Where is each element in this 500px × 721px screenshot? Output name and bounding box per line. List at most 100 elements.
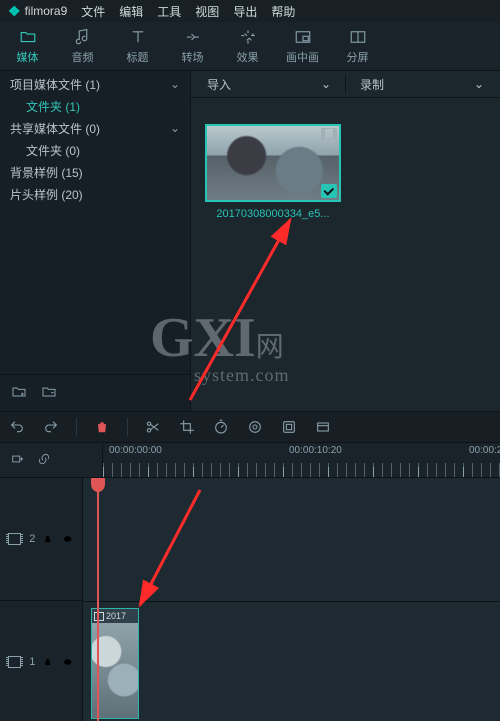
ruler-major-ticks	[103, 467, 500, 477]
import-dropdown[interactable]: 导入 ⌄	[197, 74, 341, 94]
delete-folder-icon[interactable]	[40, 384, 58, 403]
timeline-toolbar	[0, 411, 500, 443]
timeline-ruler[interactable]: 00:00:00:00 00:00:10:20 00:00:21:	[103, 443, 500, 477]
chevron-down-icon: ⌄	[321, 77, 331, 91]
record-label: 录制	[360, 76, 384, 93]
menu-help[interactable]: 帮助	[271, 3, 295, 20]
track-header-2[interactable]: 2	[0, 478, 82, 601]
ruler-time-0: 00:00:00:00	[109, 445, 162, 456]
sidebar-item-label: 共享媒体文件 (0)	[10, 120, 100, 137]
thumbnail-label: 20170308000334_e5...	[205, 208, 341, 220]
sidebar-item-shared-media[interactable]: 共享媒体文件 (0) ⌄	[0, 117, 190, 139]
film-icon	[94, 612, 104, 621]
media-sidebar: 项目媒体文件 (1) ⌄ 文件夹 (1) 共享媒体文件 (0) ⌄ 文件夹 (0…	[0, 71, 191, 411]
track-headers: 2 1	[0, 478, 83, 721]
color-button[interactable]	[246, 418, 264, 436]
film-icon	[8, 533, 21, 545]
lock-icon[interactable]	[43, 656, 52, 668]
sparkle-icon	[238, 27, 258, 47]
tab-title[interactable]: 标题	[110, 22, 165, 70]
sidebar-list: 项目媒体文件 (1) ⌄ 文件夹 (1) 共享媒体文件 (0) ⌄ 文件夹 (0…	[0, 71, 190, 374]
import-label: 导入	[207, 76, 231, 93]
sidebar-item-project-media[interactable]: 项目媒体文件 (1) ⌄	[0, 73, 190, 95]
tab-media[interactable]: 媒体	[0, 22, 55, 70]
pip-icon	[293, 27, 313, 47]
menu-edit[interactable]: 编辑	[119, 3, 143, 20]
tab-effect[interactable]: 效果	[220, 22, 275, 70]
tab-split[interactable]: 分屏	[330, 22, 385, 70]
track-1-lane[interactable]: 2017	[83, 602, 500, 721]
separator	[76, 418, 77, 436]
tab-pip[interactable]: 画中画	[275, 22, 330, 70]
speed-button[interactable]	[212, 418, 230, 436]
media-grid[interactable]: 20170308000334_e5...	[191, 98, 500, 411]
link-icon[interactable]	[36, 452, 52, 469]
separator	[345, 75, 346, 93]
redo-button[interactable]	[42, 418, 60, 436]
music-note-icon	[73, 27, 93, 47]
eye-icon[interactable]	[61, 534, 74, 544]
sidebar-bottom-tools	[0, 374, 190, 411]
export-clip-button[interactable]	[314, 418, 332, 436]
sidebar-item-label: 项目媒体文件 (1)	[10, 76, 100, 93]
record-dropdown[interactable]: 录制 ⌄	[350, 74, 494, 94]
tab-media-label: 媒体	[17, 49, 39, 65]
tab-effect-label: 效果	[237, 49, 259, 65]
undo-button[interactable]	[8, 418, 26, 436]
module-tabs: 媒体 音频 标题 转场 效果 画中画 分屏	[0, 22, 500, 71]
timeline: 00:00:00:00 00:00:10:20 00:00:21: 2 1	[0, 443, 500, 721]
eye-icon[interactable]	[61, 657, 74, 667]
chevron-down-icon: ⌄	[474, 77, 484, 91]
track-number: 1	[29, 656, 35, 668]
add-track-icon[interactable]	[10, 452, 26, 469]
sidebar-item-bg-samples[interactable]: 背景样例 (15)	[0, 161, 190, 183]
separator	[127, 418, 128, 436]
checkmark-icon	[321, 184, 337, 198]
track-header-1[interactable]: 1	[0, 601, 82, 721]
menu-file[interactable]: 文件	[81, 3, 105, 20]
timeline-header: 00:00:00:00 00:00:10:20 00:00:21:	[0, 443, 500, 478]
folder-icon	[18, 27, 38, 47]
timeline-body: 2 1 2017	[0, 478, 500, 721]
text-icon	[128, 27, 148, 47]
ruler-time-2: 00:00:21:	[469, 445, 500, 456]
tab-title-label: 标题	[127, 49, 149, 65]
playhead[interactable]	[97, 478, 99, 721]
media-area: 导入 ⌄ 录制 ⌄ 20170308000334_e5...	[191, 71, 500, 411]
track-number: 2	[29, 533, 35, 545]
chevron-down-icon: ⌄	[170, 121, 180, 135]
sidebar-item-intro-samples[interactable]: 片头样例 (20)	[0, 183, 190, 205]
filmstrip-icon	[321, 128, 337, 140]
sidebar-item-label: 文件夹 (0)	[26, 142, 80, 159]
new-folder-icon[interactable]	[10, 384, 28, 403]
crop-button[interactable]	[178, 418, 196, 436]
media-thumbnail[interactable]: 20170308000334_e5...	[205, 124, 341, 220]
delete-button[interactable]	[93, 418, 111, 436]
tab-transition[interactable]: 转场	[165, 22, 220, 70]
tab-audio-label: 音频	[72, 49, 94, 65]
main-area: 项目媒体文件 (1) ⌄ 文件夹 (1) 共享媒体文件 (0) ⌄ 文件夹 (0…	[0, 71, 500, 411]
track-lanes[interactable]: 2017	[83, 478, 500, 721]
media-toolbar: 导入 ⌄ 录制 ⌄	[191, 71, 500, 98]
sidebar-item-folder-selected[interactable]: 文件夹 (1)	[0, 95, 190, 117]
tab-audio[interactable]: 音频	[55, 22, 110, 70]
sidebar-item-label: 文件夹 (1)	[26, 98, 80, 115]
thumbnail-image	[205, 124, 341, 202]
lock-icon[interactable]	[43, 533, 52, 545]
tab-transition-label: 转场	[182, 49, 204, 65]
tab-split-label: 分屏	[347, 49, 369, 65]
menu-bar: ❖ filmora9 文件 编辑 工具 视图 导出 帮助	[0, 0, 500, 22]
timeline-left-header	[0, 443, 103, 477]
green-screen-button[interactable]	[280, 418, 298, 436]
split-button[interactable]	[144, 418, 162, 436]
menu-export[interactable]: 导出	[233, 3, 257, 20]
menu-tools[interactable]: 工具	[157, 3, 181, 20]
sidebar-item-label: 背景样例 (15)	[10, 164, 83, 181]
menu-view[interactable]: 视图	[195, 3, 219, 20]
sidebar-item-folder2[interactable]: 文件夹 (0)	[0, 139, 190, 161]
chevron-down-icon: ⌄	[170, 77, 180, 91]
tab-pip-label: 画中画	[286, 49, 319, 65]
ruler-time-1: 00:00:10:20	[289, 445, 342, 456]
track-2-lane[interactable]	[83, 478, 500, 602]
app-logo: ❖ filmora9	[8, 3, 67, 20]
